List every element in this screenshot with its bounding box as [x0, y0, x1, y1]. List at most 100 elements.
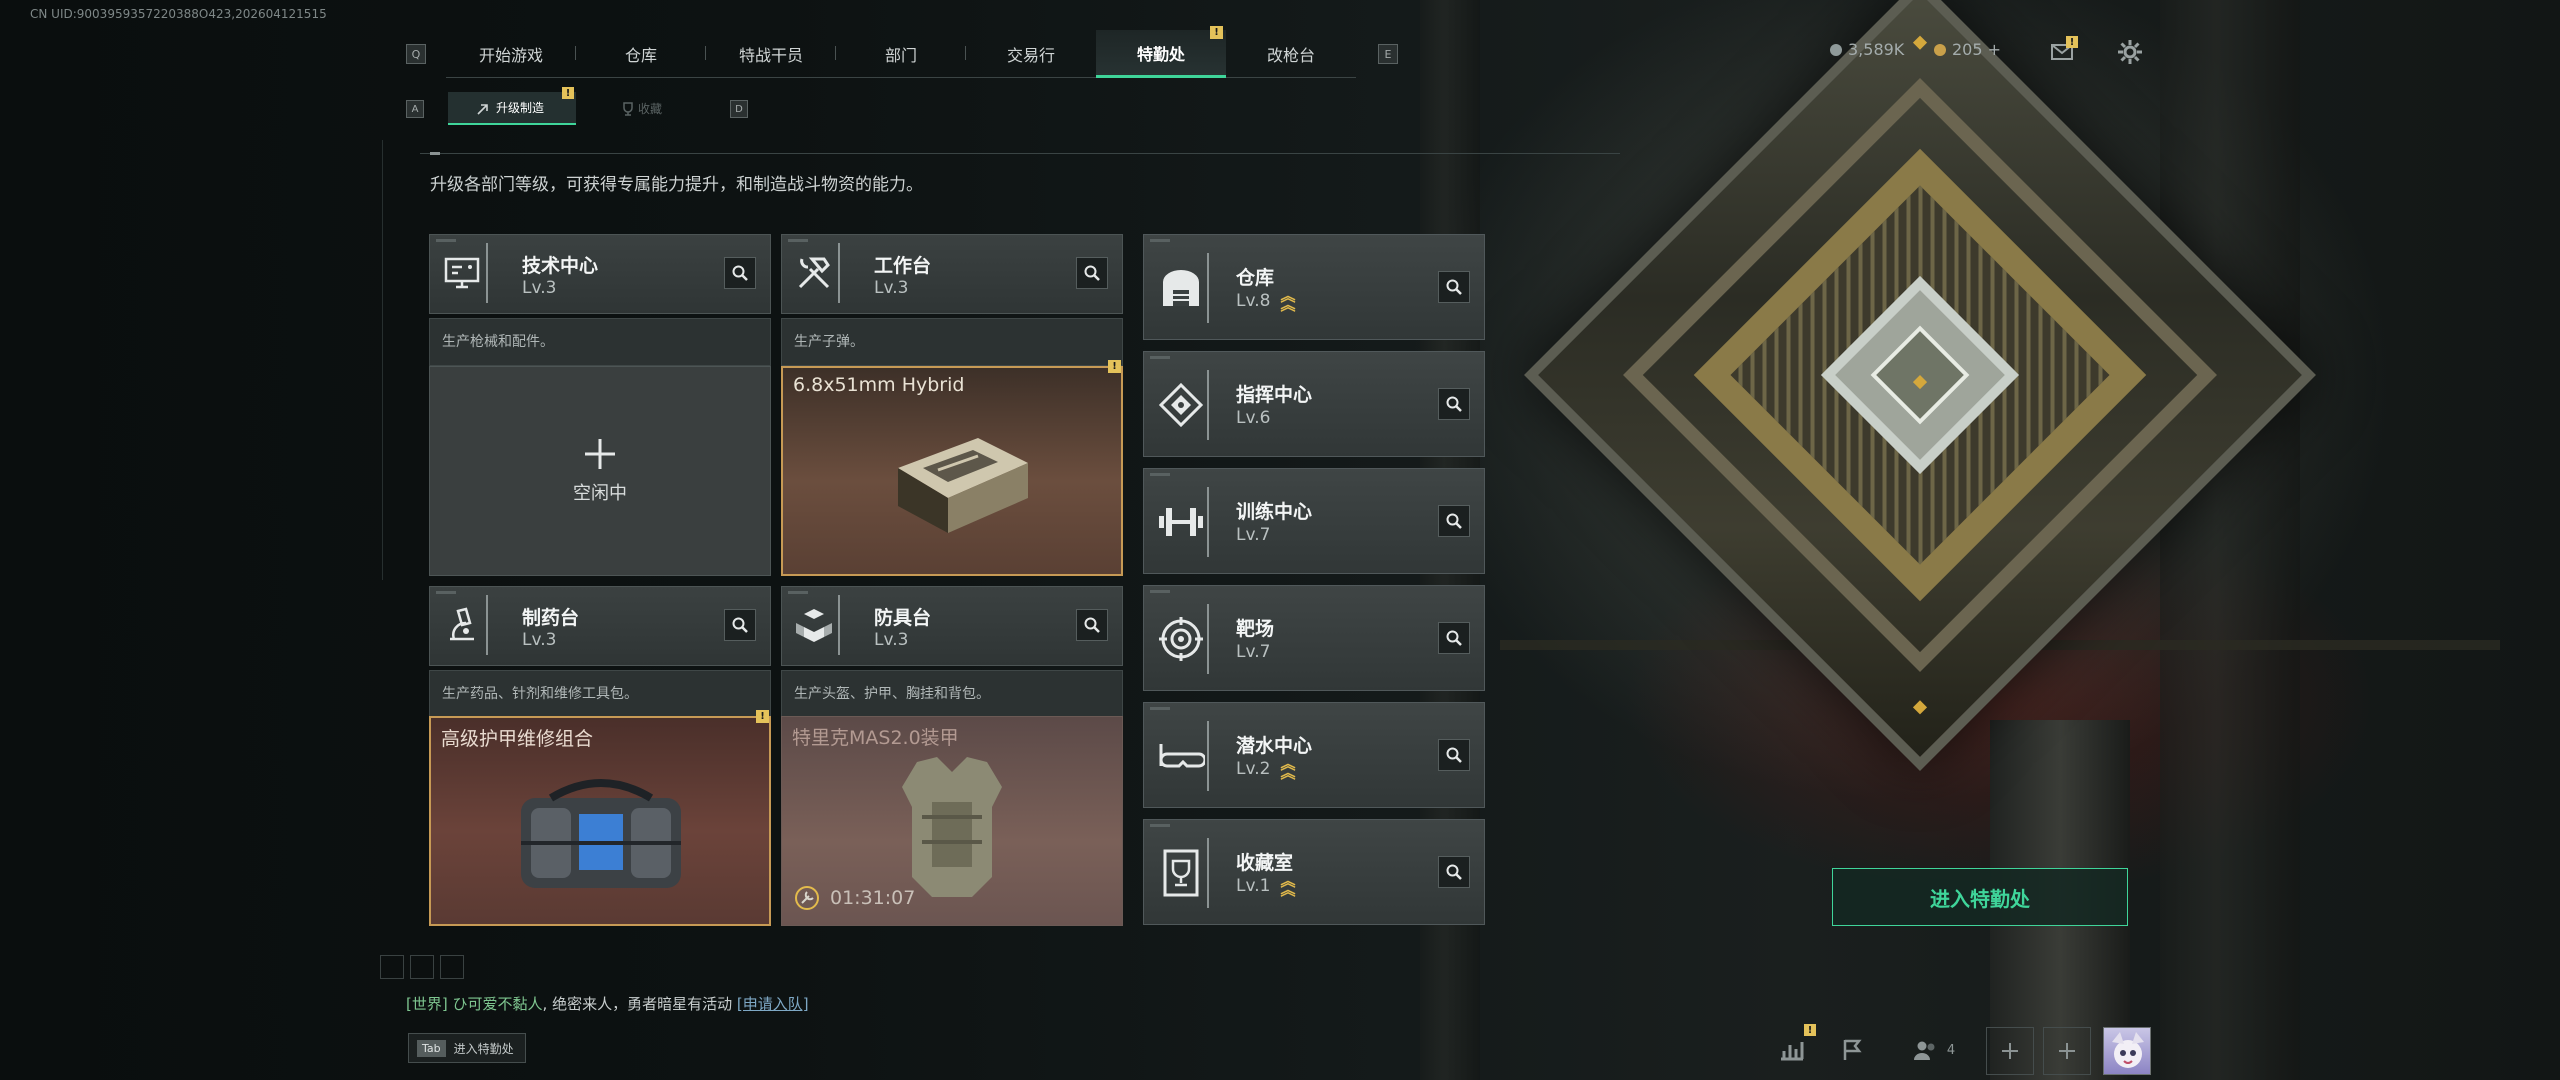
- friends-icon: [1913, 1041, 1935, 1060]
- search-button[interactable]: [724, 609, 756, 641]
- chat-tool-button[interactable]: [380, 955, 404, 979]
- enter-special-ops-button[interactable]: 进入特勤处: [1832, 868, 2128, 926]
- department-card-workbench[interactable]: 工作台 Lv.3: [781, 234, 1123, 314]
- timer-value: 01:31:07: [830, 887, 916, 909]
- friends-count: 4: [1946, 1042, 1956, 1058]
- department-level-row: Lv.7: [1236, 525, 1270, 545]
- nav-next-key[interactable]: E: [1378, 44, 1398, 64]
- chat-tool-button[interactable]: [410, 955, 434, 979]
- subnav-next-key[interactable]: D: [730, 100, 748, 118]
- tab-warehouse[interactable]: 仓库: [576, 30, 706, 78]
- search-button[interactable]: [1438, 622, 1470, 654]
- department-level: Lv.3: [522, 630, 557, 650]
- department-name: 收藏室: [1236, 852, 1294, 874]
- tab-operators[interactable]: 特战干员: [706, 30, 836, 78]
- department-level: Lv.2: [1236, 759, 1271, 779]
- chat-tool-button[interactable]: [440, 955, 464, 979]
- department-level: Lv.8: [1236, 291, 1271, 311]
- special-ops-badge: !: [1210, 26, 1223, 39]
- search-button[interactable]: [1438, 388, 1470, 420]
- ammo-box-image: [898, 438, 1028, 533]
- body-armor-image: [902, 757, 1002, 897]
- tab-upgrade-craft-label: 升级制造: [496, 101, 545, 115]
- search-icon: [1446, 630, 1462, 646]
- mail-badge: !: [2066, 36, 2078, 48]
- avatar[interactable]: [2103, 1027, 2151, 1075]
- department-card-collection-room[interactable]: 收藏室 Lv.1 ︽ ︽: [1143, 819, 1485, 925]
- department-subtitle: 生产子弹。: [781, 318, 1123, 366]
- search-icon: [1084, 265, 1100, 281]
- bg-pillar: [2160, 0, 2300, 1080]
- department-name: 制药台: [522, 607, 580, 629]
- tab-collection-label: 收藏: [638, 102, 663, 116]
- chat-user[interactable]: ひ可爱不黏人: [453, 995, 543, 1013]
- tab-upgrade-craft[interactable]: 升级制造: [448, 92, 576, 125]
- avatar-image: [2112, 1032, 2144, 1068]
- department-card-armor[interactable]: 防具台 Lv.3: [781, 586, 1123, 666]
- chat-tools: [380, 955, 464, 979]
- department-subtitle: 生产枪械和配件。: [429, 318, 771, 366]
- search-icon: [1446, 513, 1462, 529]
- search-button[interactable]: [724, 257, 756, 289]
- cubes-icon: [790, 595, 840, 655]
- chat-text: 绝密来人，勇者暗星有活动: [552, 995, 733, 1013]
- search-icon: [1446, 747, 1462, 763]
- search-button[interactable]: [1438, 856, 1470, 888]
- craft-icon: [477, 104, 488, 115]
- chat-channel: [世界]: [406, 995, 448, 1013]
- chat-message: [世界] ひ可爱不黏人, 绝密来人，勇者暗星有活动 [申请入队]: [406, 995, 809, 1013]
- dumbbell-icon: [1154, 487, 1209, 557]
- upgrade-craft-badge: !: [562, 87, 574, 99]
- search-button[interactable]: [1438, 271, 1470, 303]
- search-button[interactable]: [1438, 505, 1470, 537]
- tab-start-game[interactable]: 开始游戏: [446, 30, 576, 78]
- slot-ready-badge: !: [1108, 360, 1121, 373]
- search-button[interactable]: [1076, 257, 1108, 289]
- hammer-wrench-icon: [790, 243, 840, 303]
- department-level-row: Lv.1 ︽ ︽: [1236, 874, 1295, 898]
- tab-hint[interactable]: Tab 进入特勤处: [408, 1033, 526, 1063]
- tab-gunsmith[interactable]: 改枪台: [1226, 30, 1356, 78]
- slot-status: 空闲中: [573, 483, 627, 504]
- add-button[interactable]: [1986, 1027, 2034, 1075]
- production-slot-armor[interactable]: 特里克MAS2.0装甲 01:31:07: [781, 716, 1123, 926]
- friends-button[interactable]: 4: [1904, 1028, 1964, 1072]
- tokens-display[interactable]: 205 +: [1934, 40, 2001, 59]
- production-slot-medkit[interactable]: 高级护甲维修组合: [429, 716, 771, 926]
- page-description: 升级各部门等级，可获得专属能力提升，和制造战斗物资的能力。: [430, 175, 923, 195]
- coins-display[interactable]: 3,589K: [1830, 40, 1904, 59]
- divider-marker: [430, 152, 440, 155]
- warehouse-icon: [1154, 253, 1209, 323]
- department-card-command-center[interactable]: 指挥中心 Lv.6: [1143, 351, 1485, 457]
- tab-special-ops[interactable]: 特勤处: [1096, 30, 1226, 78]
- gear-icon: [2118, 40, 2142, 64]
- settings-button[interactable]: [2116, 38, 2144, 66]
- department-card-warehouse[interactable]: 仓库 Lv.8 ︽ ︽: [1143, 234, 1485, 340]
- search-button[interactable]: [1438, 739, 1470, 771]
- production-slot-ammo[interactable]: 6.8x51mm Hybrid: [781, 366, 1123, 576]
- department-card-diving-center[interactable]: 潜水中心 Lv.2 ︽ ︽: [1143, 702, 1485, 808]
- department-name: 指挥中心: [1236, 384, 1313, 406]
- department-name: 工作台: [874, 255, 932, 277]
- nav-prev-key[interactable]: Q: [406, 44, 426, 64]
- upgrade-available-icon: ︽ ︽: [1280, 755, 1296, 782]
- tab-trading[interactable]: 交易行: [966, 30, 1096, 78]
- production-slot-idle[interactable]: 空闲中: [429, 366, 771, 576]
- department-card-training-center[interactable]: 训练中心 Lv.7: [1143, 468, 1485, 574]
- stats-badge: !: [1804, 1024, 1816, 1036]
- add-button[interactable]: [2043, 1027, 2091, 1075]
- search-button[interactable]: [1076, 609, 1108, 641]
- plus-icon: [2002, 1043, 2018, 1059]
- bar-chart-icon: [1781, 1042, 1804, 1061]
- coins-value: 3,589K: [1848, 40, 1905, 59]
- chat-join-link[interactable]: [申请入队]: [737, 995, 809, 1013]
- tab-department[interactable]: 部门: [836, 30, 966, 78]
- flag-button[interactable]: [1834, 1028, 1870, 1072]
- department-name: 仓库: [1236, 267, 1275, 289]
- repair-kit-bag-image: [521, 779, 681, 888]
- department-card-tech-center[interactable]: 技术中心 Lv.3: [429, 234, 771, 314]
- tab-collection[interactable]: 收藏: [592, 92, 712, 125]
- subnav-prev-key[interactable]: A: [406, 100, 424, 118]
- department-card-pharmacy[interactable]: 制药台 Lv.3: [429, 586, 771, 666]
- department-card-shooting-range[interactable]: 靶场 Lv.7: [1143, 585, 1485, 691]
